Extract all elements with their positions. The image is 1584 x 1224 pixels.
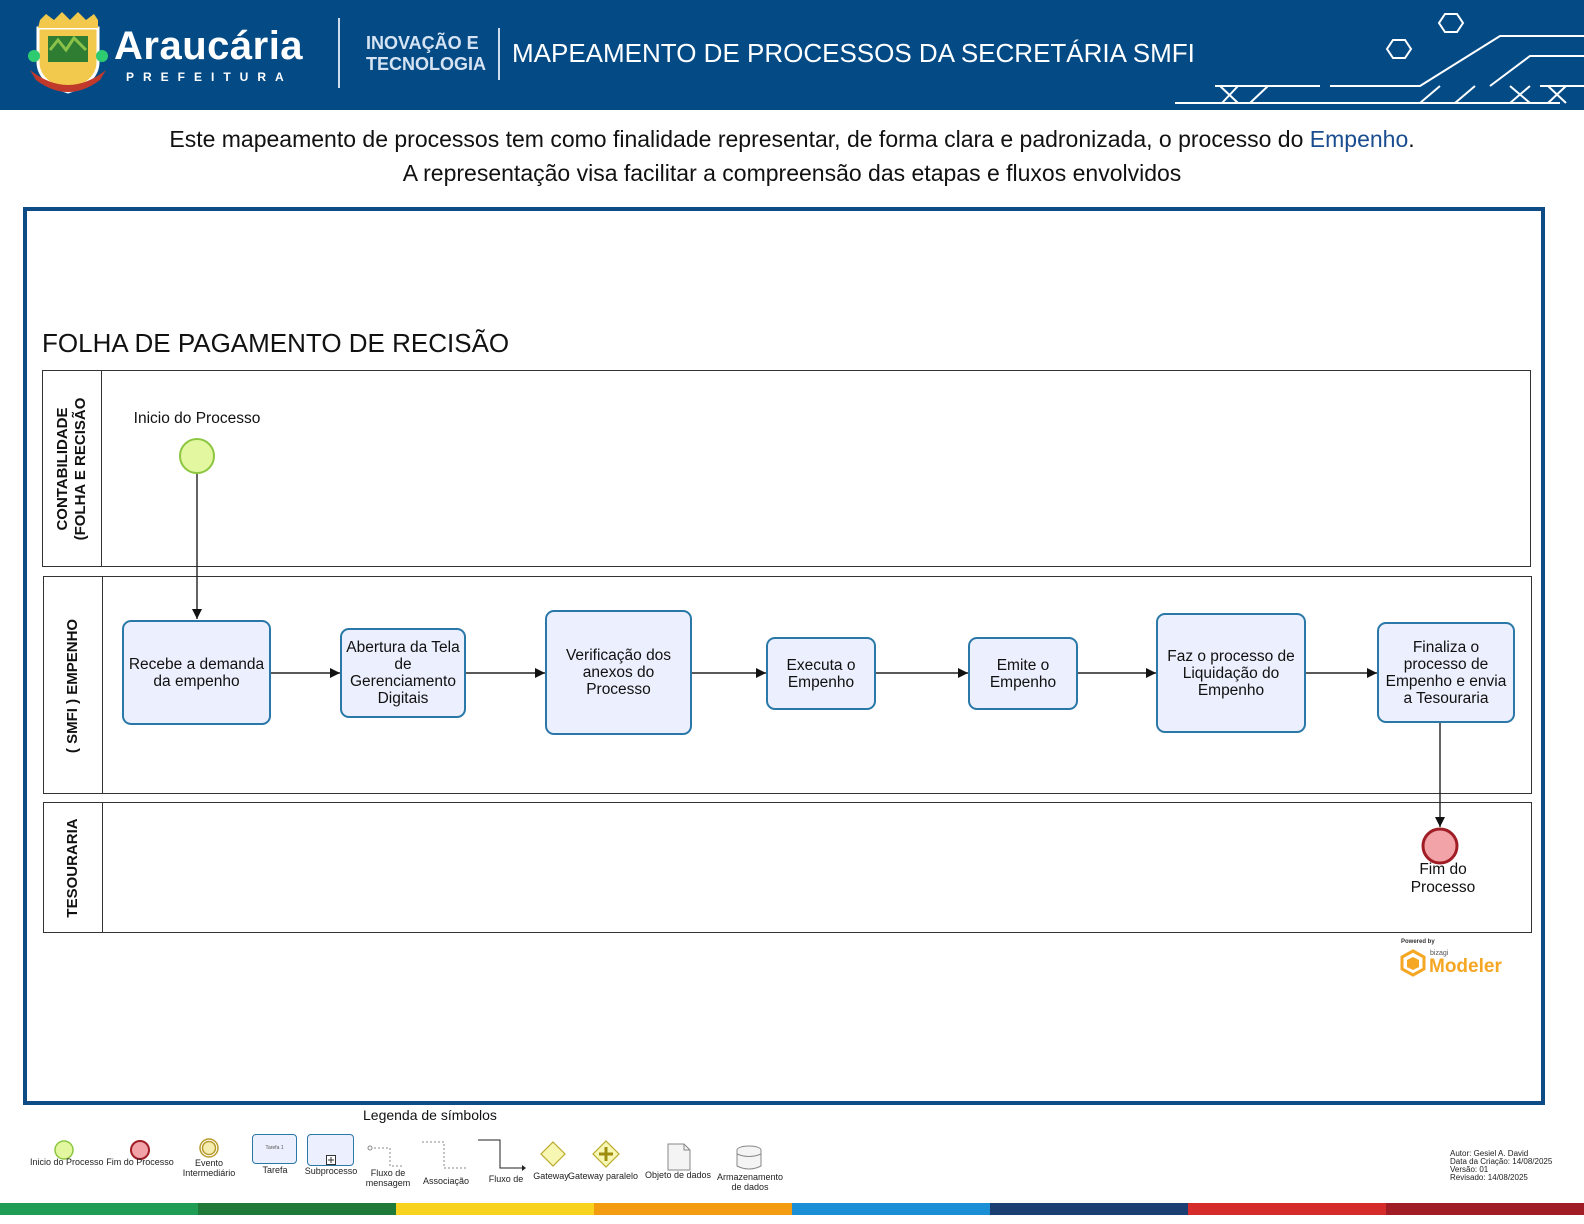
legend-label-data-store: Armazenamento de dados (716, 1172, 784, 1192)
end-event-label-line1: Fim do (1419, 861, 1467, 878)
bizagi-cube-icon (1400, 949, 1426, 977)
task-liquidacao[interactable]: Faz o processo de Liquidação do Empenho (1156, 613, 1306, 733)
legend-task-icon: Tarefa 1 (252, 1134, 297, 1164)
document-metadata: Autor: Gesiel A. David Data da Criação: … (1450, 1150, 1552, 1182)
end-event-icon (1421, 827, 1459, 865)
task-recebe-demanda[interactable]: Recebe a demanda da empenho (122, 620, 271, 725)
legend-subprocess-icon (307, 1134, 354, 1166)
start-event-icon (179, 438, 215, 474)
start-event-label: Inicio do Processo (133, 410, 261, 427)
legend-association-icon (422, 1141, 466, 1169)
legend-label-data-object: Objeto de dados (644, 1170, 712, 1180)
legend-label-task: Tarefa (262, 1165, 288, 1175)
color-stripe (1188, 1203, 1386, 1215)
modeler-text: Modeler (1429, 956, 1502, 977)
bottom-color-bar (0, 1203, 1584, 1215)
legend-data-store-icon (736, 1145, 762, 1170)
legend-data-object-icon (667, 1143, 691, 1171)
color-stripe (1386, 1203, 1584, 1215)
legend-label-subprocess: Subprocesso (304, 1166, 358, 1176)
legend-gateway-icon (540, 1141, 566, 1167)
legend-label-intermediate: Evento Intermediário (182, 1158, 236, 1178)
color-stripe (396, 1203, 594, 1215)
legend-sequence-flow-icon (478, 1139, 522, 1169)
legend-label-message-flow: Fluxo de mensagem (365, 1168, 411, 1188)
color-stripe (990, 1203, 1188, 1215)
legend-label-end: Fim do Processo (106, 1157, 174, 1167)
legend-title: Legenda de símbolos (363, 1107, 497, 1123)
legend-label-gateway: Gateway (533, 1171, 569, 1181)
legend-message-flow-icon (370, 1147, 404, 1167)
meta-revised: Revisado: 14/08/2025 (1450, 1173, 1528, 1182)
end-event-label-line2: Processo (1410, 879, 1476, 896)
end-event-label: Fim do Processo (1400, 861, 1486, 897)
legend-label-association: Associação (422, 1176, 470, 1186)
powered-by-text: Powered by (1401, 939, 1435, 945)
color-stripe (198, 1203, 396, 1215)
task-finaliza-empenho[interactable]: Finaliza o processo de Empenho e envia a… (1377, 622, 1515, 723)
sequence-flows (179, 438, 1459, 865)
color-stripe (792, 1203, 990, 1215)
legend-label-start: Inicio do Processo (30, 1157, 104, 1167)
legend-label-parallel-gateway: Gateway paralelo (568, 1171, 639, 1181)
task-emite-empenho[interactable]: Emite o Empenho (968, 637, 1078, 710)
subprocess-plus-icon (326, 1155, 336, 1165)
color-stripe (594, 1203, 792, 1215)
legend-label-sequence-flow: Fluxo de (488, 1174, 524, 1184)
task-abertura-tela[interactable]: Abertura da Tela de Gerenciamento Digita… (340, 628, 466, 718)
task-verificacao-anexos[interactable]: Verificação dos anexos do Processo (545, 610, 692, 735)
task-executa-empenho[interactable]: Executa o Empenho (766, 637, 876, 710)
bizagi-modeler-logo: Powered by bizagi Modeler (1400, 938, 1510, 982)
color-stripe (0, 1203, 198, 1215)
